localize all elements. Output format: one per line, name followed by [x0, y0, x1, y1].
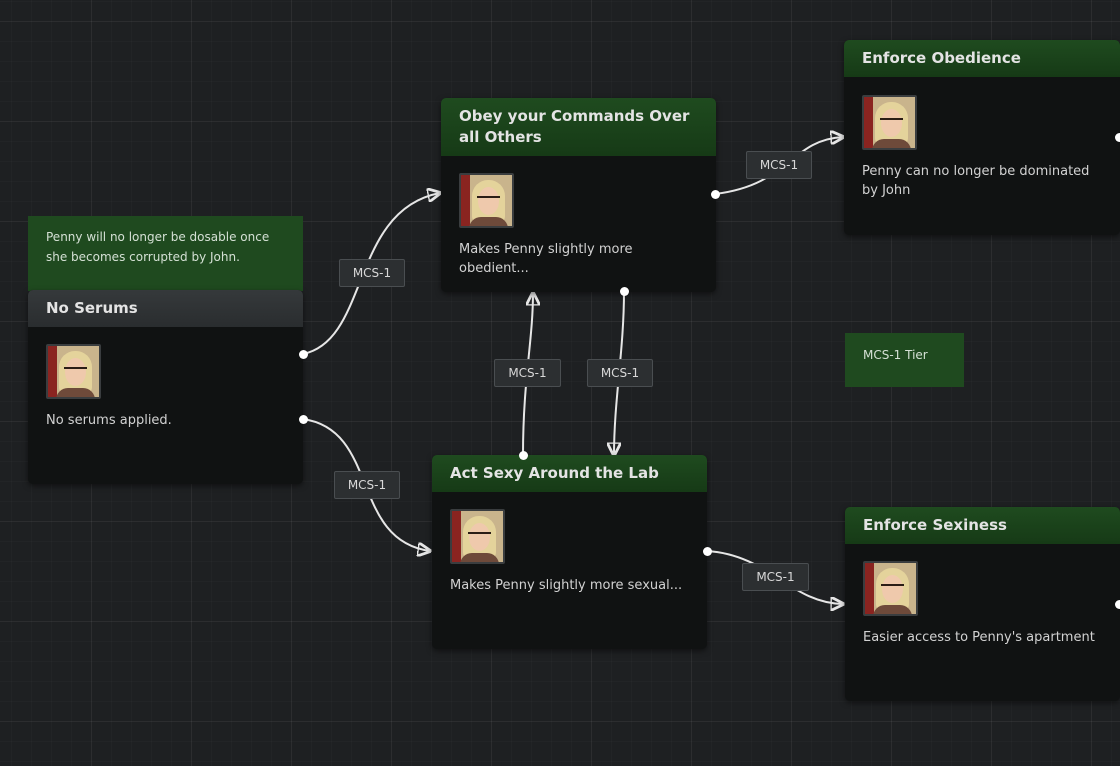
output-port-obey-commands-right[interactable]: [711, 190, 720, 199]
tier-note-text: MCS-1 Tier: [863, 348, 928, 362]
node-enforce-sexiness-header[interactable]: Enforce Sexiness: [845, 507, 1120, 544]
node-no-serums[interactable]: No Serums No serums applied.: [28, 290, 303, 484]
penny-portrait-icon: [459, 173, 514, 228]
tier-note: MCS-1 Tier: [845, 333, 964, 387]
dosable-note: Penny will no longer be dosable once she…: [28, 216, 303, 291]
node-obey-commands-header[interactable]: Obey your Commands Over all Others: [441, 98, 716, 156]
edge-label-actsexy-obey[interactable]: MCS-1: [494, 359, 561, 387]
output-port-enforce-obedience[interactable]: [1115, 133, 1120, 142]
edge-label-obey-actsexy[interactable]: MCS-1: [587, 359, 653, 387]
node-act-sexy-description: Makes Penny slightly more sexual...: [450, 578, 683, 593]
node-no-serums-title: No Serums: [46, 299, 138, 317]
node-enforce-sexiness-description: Easier access to Penny's apartment: [863, 630, 1095, 645]
edge-label-obey-enforceobedience[interactable]: MCS-1: [746, 151, 812, 179]
node-act-sexy-header[interactable]: Act Sexy Around the Lab: [432, 455, 707, 492]
node-obey-commands[interactable]: Obey your Commands Over all Others Makes…: [441, 98, 716, 292]
node-no-serums-header[interactable]: No Serums: [28, 290, 303, 327]
node-no-serums-description: No serums applied.: [46, 413, 172, 428]
node-obey-commands-title: Obey your Commands Over all Others: [459, 107, 690, 146]
penny-portrait-icon: [862, 95, 917, 150]
penny-portrait-icon: [863, 561, 918, 616]
edge-label-noserums-obey[interactable]: MCS-1: [339, 259, 405, 287]
node-act-sexy-body: Makes Penny slightly more sexual...: [432, 492, 707, 595]
node-enforce-obedience[interactable]: Enforce Obedience Penny can no longer be…: [844, 40, 1120, 235]
node-act-sexy[interactable]: Act Sexy Around the Lab Makes Penny slig…: [432, 455, 707, 649]
output-port-no-serums-1[interactable]: [299, 350, 308, 359]
edge-label-noserums-actsexy[interactable]: MCS-1: [334, 471, 400, 499]
node-enforce-sexiness[interactable]: Enforce Sexiness Easier access to Penny'…: [845, 507, 1120, 701]
dosable-note-text: Penny will no longer be dosable once she…: [46, 230, 270, 264]
node-enforce-obedience-body: Penny can no longer be dominated by John: [844, 77, 1120, 200]
output-port-no-serums-2[interactable]: [299, 415, 308, 424]
node-no-serums-body: No serums applied.: [28, 327, 303, 430]
output-port-act-sexy-top[interactable]: [519, 451, 528, 460]
output-port-obey-commands-bottom[interactable]: [620, 287, 629, 296]
node-enforce-obedience-description: Penny can no longer be dominated by John: [862, 164, 1090, 198]
node-act-sexy-title: Act Sexy Around the Lab: [450, 464, 659, 482]
node-enforce-sexiness-title: Enforce Sexiness: [863, 516, 1007, 534]
node-enforce-sexiness-body: Easier access to Penny's apartment: [845, 544, 1120, 647]
node-enforce-obedience-title: Enforce Obedience: [862, 49, 1021, 67]
output-port-enforce-sexiness[interactable]: [1115, 600, 1120, 609]
node-enforce-obedience-header[interactable]: Enforce Obedience: [844, 40, 1120, 77]
penny-portrait-icon: [46, 344, 101, 399]
penny-portrait-icon: [450, 509, 505, 564]
output-port-act-sexy-right[interactable]: [703, 547, 712, 556]
node-obey-commands-body: Makes Penny slightly more obedient...: [441, 156, 716, 278]
node-obey-commands-description: Makes Penny slightly more obedient...: [459, 242, 633, 276]
edge-label-actsexy-enforcesexiness[interactable]: MCS-1: [742, 563, 809, 591]
